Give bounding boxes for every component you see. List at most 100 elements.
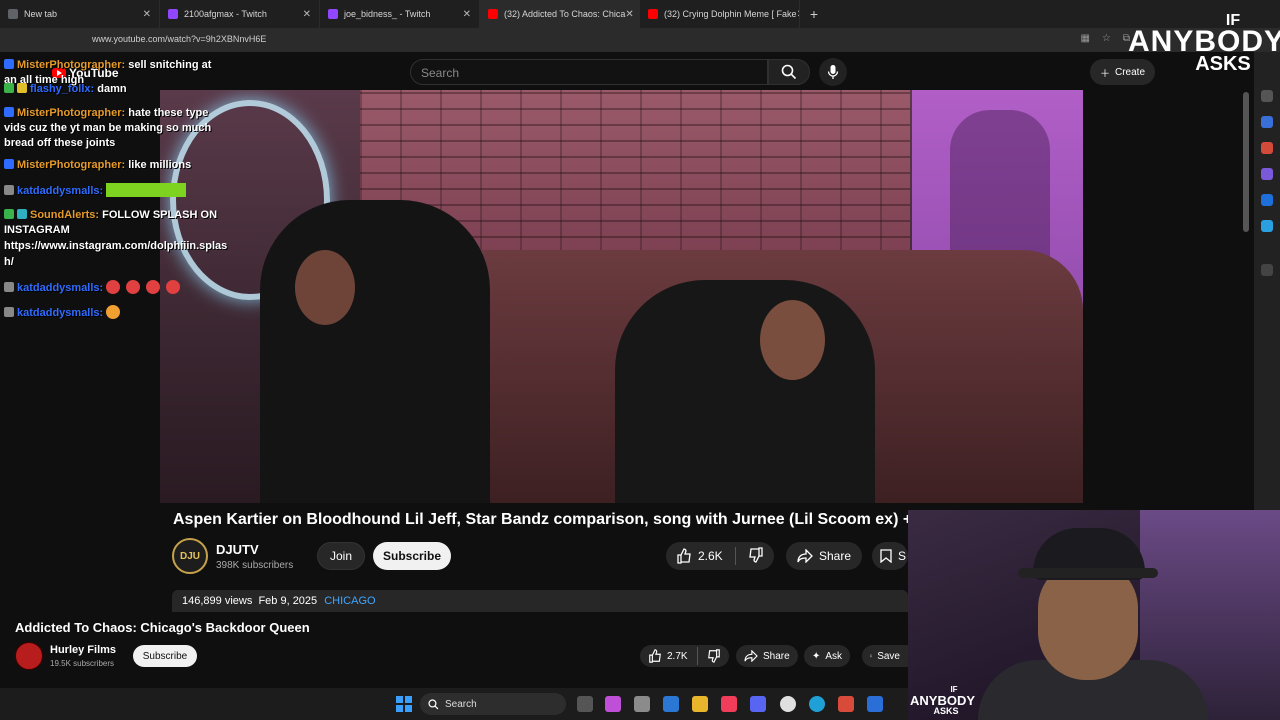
close-icon[interactable]: ✕ — [797, 9, 799, 20]
tab-label: New tab — [24, 9, 58, 19]
search-button[interactable] — [768, 59, 810, 85]
browser-tab-bar: New tab ✕ 2100afgmax - Twitch ✕ joe_bidn… — [0, 0, 1280, 28]
close-icon[interactable]: ✕ — [463, 9, 471, 20]
secondary-save-button[interactable]: Save — [862, 645, 908, 667]
speaker-icon — [4, 282, 14, 292]
share-label: Share — [818, 549, 852, 563]
close-icon[interactable]: ✕ — [303, 9, 311, 20]
outlook-icon[interactable] — [1261, 194, 1273, 206]
music-icon[interactable] — [721, 696, 737, 712]
tab-youtube-addicted-to-chaos[interactable]: (32) Addicted To Chaos: Chica ✕ — [480, 0, 640, 28]
tab-youtube-crying-dolphin[interactable]: (32) Crying Dolphin Meme [ Fake ✕ — [640, 0, 800, 28]
emote-icon — [106, 280, 121, 294]
thumbs-down-icon[interactable] — [707, 649, 721, 663]
stream-chat-overlay: MisterPhotographer: sell snitching at an… — [0, 52, 270, 332]
secondary-like-count: 2.7K — [667, 650, 688, 662]
secondary-subscriber-count: 19.5K subscribers — [50, 659, 115, 668]
save-button[interactable]: S — [872, 542, 908, 570]
search-icon — [428, 698, 439, 709]
add-icon[interactable] — [1261, 264, 1273, 276]
chat-username: katdaddysmalls: — [17, 307, 104, 319]
chat-username: SoundAlerts: — [30, 209, 100, 221]
tab-twitch-joe-bidness[interactable]: joe_bidness_ - Twitch ✕ — [320, 0, 480, 28]
windows-start-icon[interactable] — [396, 696, 412, 712]
new-tab-button[interactable]: + — [800, 6, 828, 22]
video-scene-face-left — [295, 250, 355, 325]
store-icon[interactable] — [663, 696, 679, 712]
page-scrollbar[interactable] — [1243, 92, 1249, 232]
chat-message: MisterPhotographer: hate these type — [4, 106, 208, 121]
chat-username: katdaddysmalls: — [17, 282, 104, 294]
like-dislike-group: 2.6K — [666, 542, 774, 570]
chrome-icon[interactable] — [780, 696, 796, 712]
task-view-icon[interactable] — [577, 696, 593, 712]
share-icon — [797, 549, 813, 563]
tab-label: joe_bidness_ - Twitch — [344, 9, 431, 19]
logo-line-asks: ASKS — [933, 706, 959, 716]
channel-subscriber-count: 398K subscribers — [216, 560, 294, 571]
tab-favicon — [8, 9, 18, 19]
emote-icon — [146, 280, 161, 294]
chat-text: sell snitching at — [128, 59, 212, 71]
like-count: 2.6K — [698, 549, 723, 563]
edge-icon[interactable] — [809, 696, 825, 712]
chat-message: katdaddysmalls: — [4, 280, 186, 296]
search-icon — [781, 64, 797, 80]
microphone-icon — [827, 65, 839, 79]
app-icon[interactable] — [867, 696, 883, 712]
secondary-channel-name[interactable]: Hurley Films — [50, 644, 116, 656]
video-player[interactable] — [160, 90, 1083, 503]
channel-avatar[interactable]: DJU — [172, 538, 208, 574]
video-description-header[interactable]: 146,899 views Feb 9, 2025 CHICAGO — [172, 590, 908, 612]
chat-message: SoundAlerts: FOLLOW SPLASH ON — [4, 208, 217, 223]
join-button[interactable]: Join — [317, 542, 365, 570]
app-icon[interactable] — [838, 696, 854, 712]
voice-search-button[interactable] — [819, 58, 847, 86]
secondary-like-group[interactable]: 2.7K — [640, 645, 729, 667]
hashtag-link[interactable]: CHICAGO — [324, 595, 375, 607]
subscribe-button[interactable]: Subscribe — [373, 542, 451, 570]
tab-twitch-2100afgmax[interactable]: 2100afgmax - Twitch ✕ — [160, 0, 320, 28]
chat-message: https://www.instagram.com/dolphiiin.spla… — [4, 239, 227, 254]
taskbar-search-label: Search — [445, 698, 477, 710]
like-button[interactable]: 2.6K — [676, 548, 723, 564]
emote-icon — [166, 280, 181, 294]
tag-icon[interactable] — [1261, 116, 1273, 128]
person-icon[interactable] — [1261, 168, 1273, 180]
ask-button[interactable]: ✦ Ask — [804, 645, 851, 667]
apps-icon[interactable]: ▦ — [1080, 33, 1089, 44]
search-input[interactable]: Search — [410, 59, 768, 85]
logo-line-anybody: ANYBODY — [1128, 25, 1280, 59]
send-icon[interactable] — [1261, 220, 1273, 232]
settings-icon[interactable] — [634, 696, 650, 712]
close-icon[interactable]: ✕ — [143, 9, 151, 20]
file-explorer-icon[interactable] — [692, 696, 708, 712]
url-field[interactable]: www.youtube.com/watch?v=9h2XBNnvH6E — [92, 34, 266, 44]
discord-icon[interactable] — [750, 696, 766, 712]
secondary-channel-avatar[interactable] — [15, 642, 43, 670]
secondary-subscribe-button[interactable]: Subscribe — [133, 645, 197, 667]
stream-logo-top: IF ANYBODY ASKS — [1128, 12, 1280, 94]
chat-emote-strip — [106, 183, 187, 197]
tab-new-tab[interactable]: New tab ✕ — [0, 0, 160, 28]
chat-text: FOLLOW SPLASH ON — [102, 209, 218, 221]
speaker-icon — [4, 185, 14, 195]
speaker-icon — [4, 307, 14, 317]
secondary-share-button[interactable]: Share — [736, 645, 798, 667]
chat-message: katdaddysmalls: — [4, 183, 187, 199]
chat-text: https://www.instagram.com/dolphiiin.spla… — [4, 240, 228, 252]
dislike-button[interactable] — [748, 546, 764, 566]
chat-message: MisterPhotographer: sell snitching at — [4, 58, 211, 73]
channel-name[interactable]: DJUTV — [216, 542, 259, 557]
close-icon[interactable]: ✕ — [625, 9, 633, 20]
bookmark-star-icon[interactable]: ☆ — [1102, 33, 1111, 44]
youtube-icon — [648, 9, 658, 19]
taskbar-search[interactable]: Search — [420, 693, 566, 715]
chat-text: bread off these joints — [4, 137, 116, 149]
secondary-video-title: Addicted To Chaos: Chicago's Backdoor Qu… — [15, 620, 310, 635]
bookmark-icon — [880, 549, 892, 563]
bookmark-icon — [870, 654, 873, 658]
copilot-icon[interactable] — [605, 696, 621, 712]
share-button[interactable]: Share — [786, 542, 862, 570]
toolbox-icon[interactable] — [1261, 142, 1273, 154]
